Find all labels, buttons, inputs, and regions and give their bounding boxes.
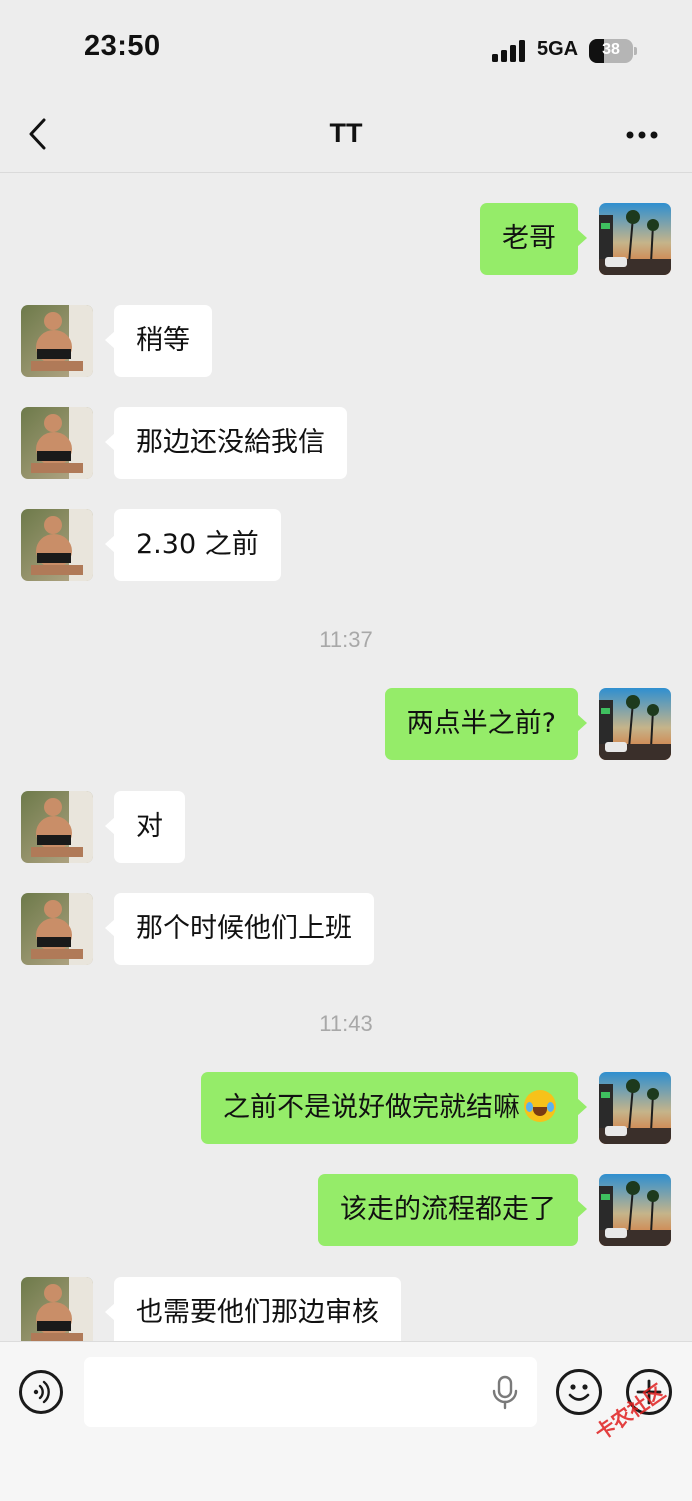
crying-laughing-emoji-icon: [524, 1090, 556, 1122]
message-bubble-outgoing[interactable]: 该走的流程都走了: [318, 1174, 587, 1246]
message-bubble-incoming[interactable]: 对: [105, 791, 185, 863]
microphone-button[interactable]: [490, 1375, 520, 1411]
voice-toggle-button[interactable]: [19, 1370, 63, 1414]
message-input[interactable]: [84, 1357, 537, 1427]
more-button[interactable]: [622, 120, 662, 150]
message-bubble-incoming[interactable]: 稍等: [105, 305, 212, 377]
signal-icon: [492, 40, 528, 62]
street-photo-avatar-image: [599, 203, 671, 275]
person-photo-avatar-image: [21, 791, 93, 863]
contact-avatar[interactable]: [21, 893, 93, 965]
person-photo-avatar-image: [21, 305, 93, 377]
contact-avatar[interactable]: [21, 407, 93, 479]
voice-icon: [33, 1380, 50, 1404]
status-bar: 23:50 5GA 38: [0, 0, 692, 100]
my-avatar[interactable]: [599, 1174, 671, 1246]
microphone-icon: [492, 1375, 518, 1410]
message-bubble-outgoing[interactable]: 两点半之前?: [384, 688, 588, 760]
person-photo-avatar-image: [21, 509, 93, 581]
my-avatar[interactable]: [599, 688, 671, 760]
emoji-button[interactable]: [556, 1369, 602, 1415]
contact-avatar[interactable]: [21, 1277, 93, 1341]
message-bubble-incoming[interactable]: 也需要他们那边审核: [105, 1277, 401, 1341]
chat-header: TT: [0, 100, 692, 173]
street-photo-avatar-image: [599, 1072, 671, 1144]
my-avatar[interactable]: [599, 1072, 671, 1144]
message-bubble-outgoing[interactable]: 老哥: [480, 203, 587, 275]
chat-title: TT: [329, 118, 363, 148]
message-list[interactable]: 老哥 稍等 那边还没給我信 2.30 之前 11:37 两点半之前? 对 那个时…: [0, 173, 692, 1341]
smiley-icon: [568, 1384, 590, 1401]
street-photo-avatar-image: [599, 688, 671, 760]
battery-percent: 38: [602, 41, 620, 58]
message-text: 之前不是说好做完就结嘛: [223, 1092, 520, 1123]
person-photo-avatar-image: [21, 1277, 93, 1341]
message-bubble-incoming[interactable]: 那个时候他们上班: [105, 893, 374, 965]
more-dots-icon: [626, 131, 658, 139]
contact-avatar[interactable]: [21, 791, 93, 863]
my-avatar[interactable]: [599, 203, 671, 275]
message-timestamp: 11:43: [319, 1011, 373, 1036]
status-time: 23:50: [84, 30, 161, 62]
person-photo-avatar-image: [21, 407, 93, 479]
message-bubble-incoming[interactable]: 那边还没給我信: [105, 407, 347, 479]
person-photo-avatar-image: [21, 893, 93, 965]
contact-avatar[interactable]: [21, 509, 93, 581]
street-photo-avatar-image: [599, 1174, 671, 1246]
message-timestamp: 11:37: [319, 627, 373, 652]
battery-tip: [634, 47, 637, 55]
contact-avatar[interactable]: [21, 305, 93, 377]
battery-icon: 38: [589, 39, 633, 63]
message-bubble-incoming[interactable]: 2.30 之前: [105, 509, 281, 581]
message-bubble-outgoing[interactable]: 之前不是说好做完就结嘛: [201, 1072, 587, 1144]
network-type: 5GA: [537, 38, 579, 60]
